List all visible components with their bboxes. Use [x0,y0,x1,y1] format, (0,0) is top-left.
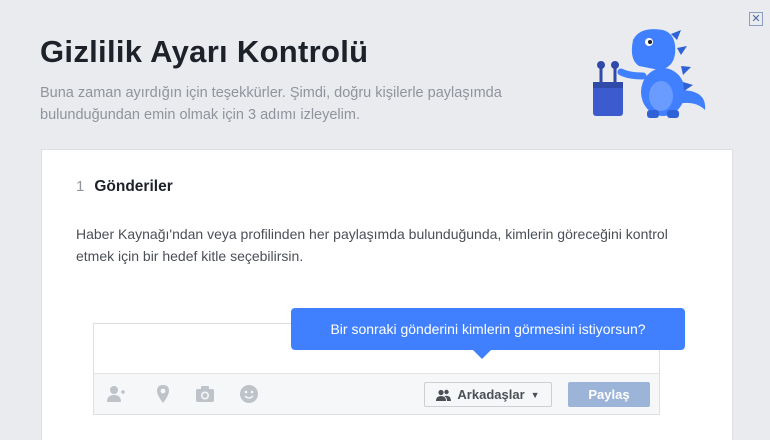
friends-icon [436,389,452,401]
page-subtitle: Buna zaman ayırdığın için teşekkürler. Ş… [40,85,502,123]
step-card: 1 Gönderiler Haber Kaynağı'ndan veya pro… [41,149,733,440]
tag-friends-icon[interactable] [106,384,126,404]
step-description: Haber Kaynağı'ndan veya profilinden her … [76,226,668,264]
page-title: Gizlilik Ayarı Kontrolü [40,34,369,69]
dinosaur-mascot-icon [593,29,706,118]
step-header: 1 Gönderiler [76,178,173,196]
audience-tooltip: Bir sonraki gönderini kimlerin görmesini… [291,308,685,350]
audience-selector-button[interactable]: Arkadaşlar ▼ [424,382,552,407]
share-button[interactable]: Paylaş [568,382,650,407]
camera-icon[interactable] [195,384,215,404]
audience-label: Arkadaşlar [457,387,525,402]
composer-toolbar: Arkadaşlar ▼ Paylaş [94,373,659,414]
tooltip-arrow [473,350,491,359]
close-button[interactable]: ✕ [749,12,763,26]
close-icon: ✕ [751,12,761,25]
location-icon[interactable] [153,384,173,404]
step-title: Gönderiler [94,178,173,195]
step-number: 1 [76,178,85,195]
feeling-icon[interactable] [239,384,259,404]
chevron-down-icon: ▼ [530,389,540,400]
